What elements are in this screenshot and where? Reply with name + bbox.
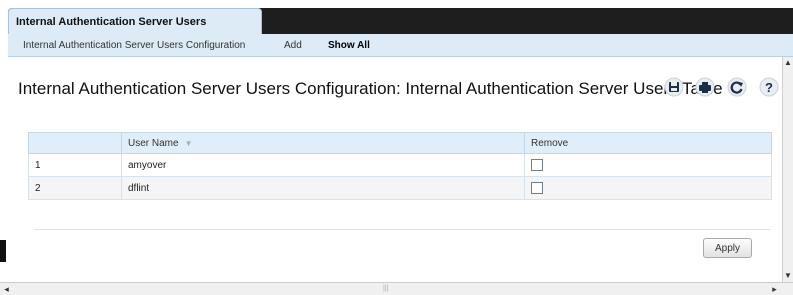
user-name-cell: dflint (121, 176, 525, 200)
help-icon[interactable]: ? (759, 77, 779, 97)
refresh-icon[interactable] (727, 77, 747, 97)
scroll-right-icon[interactable]: ▸ (768, 283, 781, 295)
scroll-left-icon[interactable]: ◂ (0, 283, 13, 295)
row-index: 2 (28, 176, 122, 200)
sub-navigation: Internal Authentication Server Users Con… (8, 34, 793, 57)
page-title: Internal Authentication Server Users Con… (18, 79, 723, 98)
scroll-thumb-grip[interactable]: ||| (383, 283, 388, 295)
users-table: User Name ▼ Remove 1 amyover 2 dflint (28, 132, 772, 200)
row-index: 1 (28, 153, 122, 177)
remove-cell (524, 176, 772, 200)
horizontal-scrollbar[interactable]: ◂ ||| ▸ (0, 282, 793, 295)
remove-checkbox[interactable] (531, 159, 543, 171)
subnav-add[interactable]: Add (284, 40, 302, 51)
svg-text:?: ? (765, 80, 773, 95)
print-icon[interactable] (695, 77, 715, 97)
remove-cell (524, 153, 772, 177)
subnav-users-configuration[interactable]: Internal Authentication Server Users Con… (23, 40, 245, 51)
table-row: 2 dflint (28, 176, 772, 200)
column-header-index (28, 132, 122, 154)
user-name-cell: amyover (121, 153, 525, 177)
apply-button[interactable]: Apply (703, 238, 752, 258)
table-header-row: User Name ▼ Remove (28, 132, 772, 154)
left-edge-marker (0, 240, 6, 262)
vertical-scrollbar[interactable]: ▲ ▼ (782, 57, 793, 282)
sort-arrow-icon: ▼ (184, 138, 193, 148)
column-header-remove: Remove (524, 132, 772, 154)
scroll-up-icon[interactable]: ▲ (784, 58, 792, 67)
divider (34, 229, 771, 230)
scroll-down-icon[interactable]: ▼ (784, 271, 792, 280)
subnav-show-all[interactable]: Show All (328, 40, 370, 51)
tab-users-configuration[interactable]: Internal Authentication Server Users Con… (8, 8, 262, 54)
save-icon[interactable] (664, 77, 684, 97)
remove-checkbox[interactable] (531, 182, 543, 194)
column-header-user-name-label: User Name (128, 137, 179, 149)
table-row: 1 amyover (28, 153, 772, 177)
column-header-user-name[interactable]: User Name ▼ (121, 132, 525, 154)
